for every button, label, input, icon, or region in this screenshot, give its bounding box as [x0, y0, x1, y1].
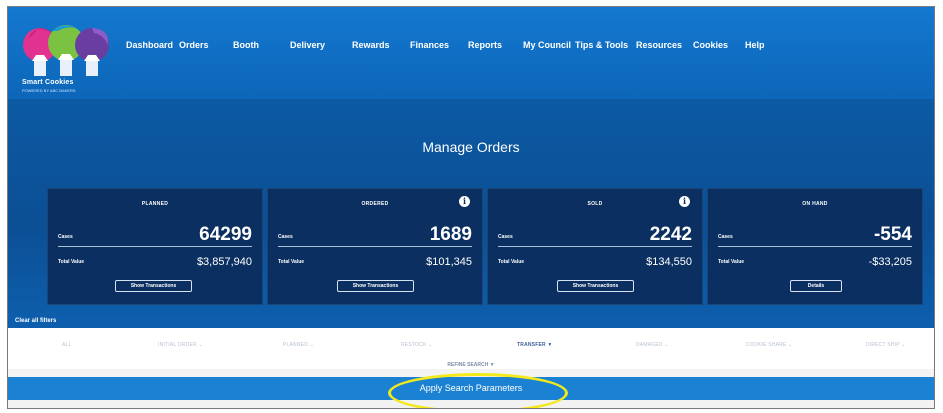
total-value-label: Total Value: [278, 259, 305, 265]
nav-orders[interactable]: Orders: [179, 40, 209, 50]
filter-all[interactable]: ALL: [62, 342, 72, 348]
nav-cookies[interactable]: Cookies: [693, 40, 728, 50]
info-icon[interactable]: i: [459, 196, 470, 207]
highlight-ellipse: [388, 373, 568, 408]
summary-card-sold: SOLD i Cases 2242 Total Value $134,550 S…: [487, 188, 703, 305]
filter-restock[interactable]: RESTOCK ⌄: [401, 342, 432, 348]
manage-orders-banner: Manage Orders PLANNED Cases 64299 Total …: [8, 99, 934, 328]
cases-label: Cases: [58, 234, 73, 240]
card-divider: [718, 246, 912, 247]
card-label: ORDERED: [361, 201, 389, 207]
details-button[interactable]: Details: [790, 280, 842, 292]
top-header: Smart Cookies POWERED BY ABC BAKERS Dash…: [8, 7, 934, 99]
filter-transfer[interactable]: TRANSFER ▼: [517, 342, 553, 348]
clear-all-filters-link[interactable]: Clear all filters: [15, 318, 56, 324]
filter-cookie-share[interactable]: COOKIE SHARE ⌄: [746, 342, 792, 348]
cases-label: Cases: [498, 234, 513, 240]
nav-reports[interactable]: Reports: [468, 40, 502, 50]
card-label: SOLD: [587, 201, 603, 207]
summary-card-planned: PLANNED Cases 64299 Total Value $3,857,9…: [47, 188, 263, 305]
summary-card-on-hand: ON HAND Cases -554 Total Value -$33,205 …: [707, 188, 923, 305]
filter-damaged[interactable]: DAMAGED ⌄: [636, 342, 669, 348]
nav-tips-tools[interactable]: Tips & Tools: [575, 40, 628, 50]
total-value-label: Total Value: [58, 259, 85, 265]
filter-planned[interactable]: PLANNED ⌄: [283, 342, 314, 348]
cases-value: 64299: [199, 224, 252, 245]
total-value: $134,550: [646, 256, 692, 268]
nav-dashboard[interactable]: Dashboard: [126, 40, 173, 50]
nav-resources[interactable]: Resources: [636, 40, 682, 50]
logo-tagline: POWERED BY ABC BAKERS: [22, 88, 76, 93]
show-transactions-button[interactable]: Show Transactions: [337, 280, 414, 292]
cases-label: Cases: [718, 234, 733, 240]
nav-rewards[interactable]: Rewards: [352, 40, 390, 50]
filter-initial-order[interactable]: INITIAL ORDER ⌄: [158, 342, 203, 348]
show-transactions-button[interactable]: Show Transactions: [557, 280, 634, 292]
summary-card-ordered: ORDERED i Cases 1689 Total Value $101,34…: [267, 188, 483, 305]
nav-my-council[interactable]: My Council: [523, 40, 571, 50]
nav-booth[interactable]: Booth: [233, 40, 259, 50]
app-window: Smart Cookies POWERED BY ABC BAKERS Dash…: [7, 6, 935, 409]
nav-finances[interactable]: Finances: [410, 40, 449, 50]
order-type-filters: ALL INITIAL ORDER ⌄ PLANNED ⌄ RESTOCK ⌄ …: [8, 328, 934, 369]
nav-help[interactable]: Help: [745, 40, 765, 50]
total-value-label: Total Value: [498, 259, 525, 265]
total-value: $101,345: [426, 256, 472, 268]
card-divider: [278, 246, 472, 247]
cases-label: Cases: [278, 234, 293, 240]
total-value: $3,857,940: [196, 256, 252, 268]
page-title: Manage Orders: [422, 139, 520, 155]
show-transactions-button[interactable]: Show Transactions: [115, 280, 192, 292]
info-icon[interactable]: i: [679, 196, 690, 207]
card-divider: [58, 246, 252, 247]
card-label: PLANNED: [141, 201, 169, 207]
cases-value: 1689: [429, 224, 472, 245]
cases-value: -554: [873, 224, 912, 245]
card-label: ON HAND: [802, 201, 828, 207]
refine-search-toggle[interactable]: REFINE SEARCH ▼: [8, 362, 934, 368]
filter-direct-ship[interactable]: DIRECT SHIP ⌄: [866, 342, 906, 348]
cases-value: 2242: [649, 224, 692, 245]
total-value: -$33,205: [868, 256, 912, 268]
nav-delivery[interactable]: Delivery: [290, 40, 325, 50]
card-divider: [498, 246, 692, 247]
total-value-label: Total Value: [718, 259, 745, 265]
logo-wordmark: Smart Cookies: [22, 79, 74, 86]
